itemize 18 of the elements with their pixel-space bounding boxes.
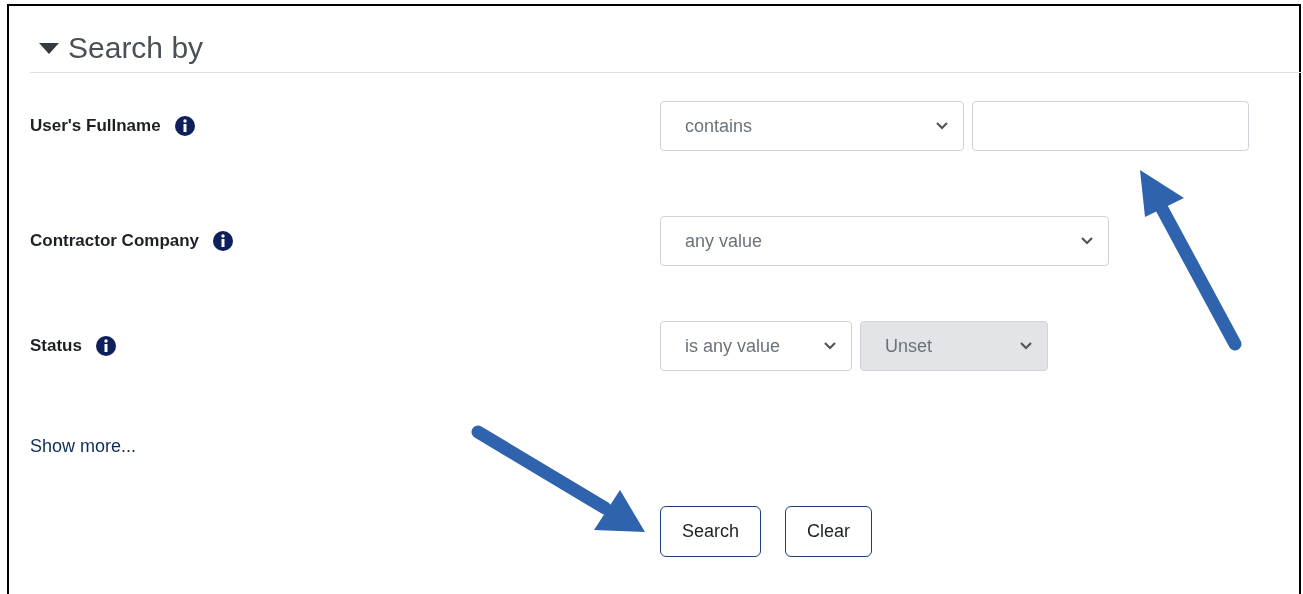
- chevron-down-icon: [935, 121, 949, 131]
- clear-button[interactable]: Clear: [785, 506, 872, 557]
- input-field[interactable]: [972, 101, 1249, 151]
- chevron-down-icon: [1019, 341, 1033, 351]
- dropdown[interactable]: any value: [660, 216, 1109, 266]
- field-label: Status: [30, 335, 82, 358]
- info-icon[interactable]: [95, 336, 116, 356]
- chevron-down-icon: [823, 341, 837, 351]
- field-label: User's Fullname: [30, 115, 161, 138]
- field-label: Contractor Company: [30, 230, 200, 253]
- info-icon[interactable]: [174, 116, 195, 136]
- section-heading[interactable]: Search by: [68, 28, 204, 68]
- show-more-link[interactable]: Show more...: [30, 436, 137, 456]
- info-icon[interactable]: [213, 231, 234, 251]
- dropdown[interactable]: is any value: [660, 321, 852, 371]
- search-button[interactable]: Search: [660, 506, 761, 557]
- dropdown[interactable]: contains: [660, 101, 964, 151]
- chevron-down-icon: [1080, 236, 1094, 246]
